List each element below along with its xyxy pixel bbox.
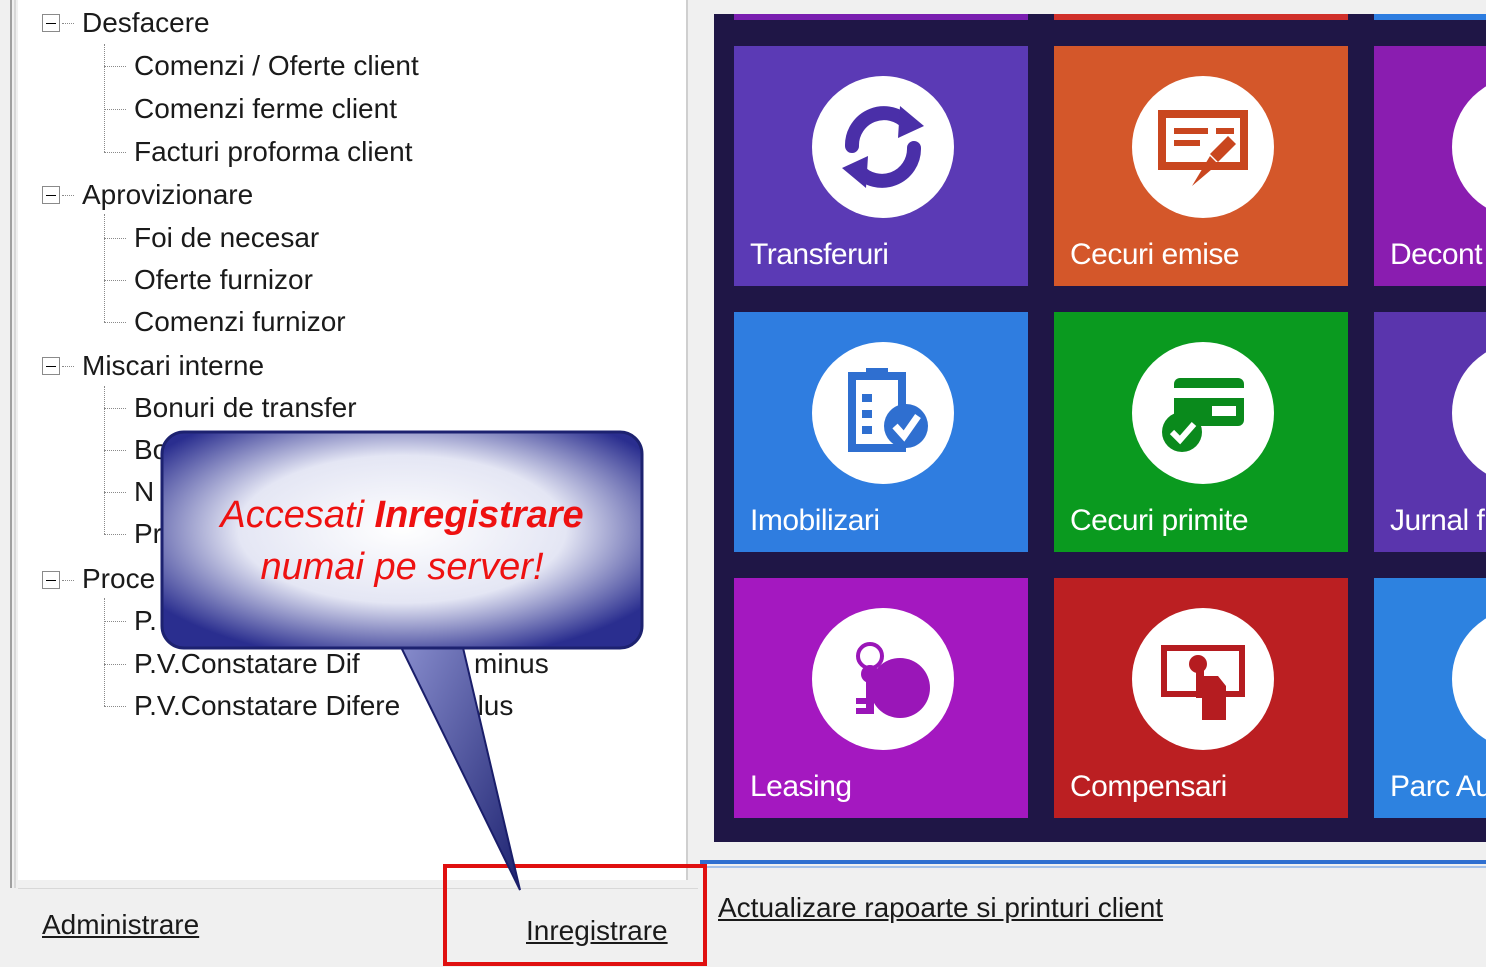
tree-node-aprovizionare[interactable]: Aprovizionare <box>82 175 253 215</box>
partial-icon <box>1452 76 1486 218</box>
tree-connector <box>104 238 126 239</box>
tile-top-strip <box>734 14 1028 20</box>
tree-connector <box>104 214 105 322</box>
frame-edge <box>14 0 16 888</box>
tree-item-pv-constatare-plus[interactable]: P.V.Constatare Difere <box>134 686 400 726</box>
hand-card-icon <box>1132 608 1274 750</box>
tile-label: Imobilizari <box>750 504 880 537</box>
tile-parc-auto[interactable]: Parc Au <box>1374 578 1486 818</box>
tree-item-partial[interactable]: Bo <box>134 430 168 470</box>
card-check-icon <box>1132 342 1274 484</box>
tree-collapse-toggle[interactable] <box>42 571 60 589</box>
tile-label: Parc Au <box>1390 770 1486 803</box>
tree-node-desfacere[interactable]: Desfacere <box>82 3 210 43</box>
tree-connector <box>104 598 105 706</box>
tree-connector <box>104 44 105 152</box>
tree-connector <box>104 534 126 535</box>
tree-item-partial[interactable]: Pr <box>134 514 162 554</box>
tile-cecuri-emise[interactable]: Cecuri emise <box>1054 46 1348 286</box>
tree-item-oferte-furnizor[interactable]: Oferte furnizor <box>134 260 313 300</box>
tree-connector <box>104 492 126 493</box>
tree-connector <box>104 450 126 451</box>
tile-dashboard: Transferuri Cecuri emise Decont Imobiliz… <box>714 14 1486 842</box>
partial-icon <box>1452 608 1486 750</box>
tree-item-partial[interactable]: P. <box>134 601 157 641</box>
tile-label: Cecuri primite <box>1070 504 1249 537</box>
tree-item-suffix: plus <box>462 690 514 721</box>
tree-connector <box>104 408 126 409</box>
tile-label: Decont <box>1390 238 1483 271</box>
keys-icon <box>812 608 954 750</box>
tree-connector <box>104 664 126 665</box>
tree-connector <box>104 66 126 67</box>
clipboard-check-icon <box>812 342 954 484</box>
tree-item-suffix: minus <box>474 648 549 679</box>
tree-connector <box>62 366 74 367</box>
tile-leasing[interactable]: Leasing <box>734 578 1028 818</box>
right-frame: Transferuri Cecuri emise Decont Imobiliz… <box>700 0 1486 966</box>
tile-imobilizari[interactable]: Imobilizari <box>734 312 1028 552</box>
tree-item-comenzi-oferte-client[interactable]: Comenzi / Oferte client <box>134 46 419 86</box>
check-write-icon <box>1132 76 1274 218</box>
tree-item-bonuri-de-transfer[interactable]: Bonuri de transfer <box>134 388 357 428</box>
tree-collapse-toggle[interactable] <box>42 357 60 375</box>
tile-cecuri-primite[interactable]: Cecuri primite <box>1054 312 1348 552</box>
separator <box>700 860 1486 864</box>
tile-decont[interactable]: Decont <box>1374 46 1486 286</box>
tile-label: Cecuri emise <box>1070 238 1240 271</box>
tree-item-pv-constatare-minus[interactable]: P.V.Constatare Dif <box>134 644 360 684</box>
tree-item-foi-de-necesar[interactable]: Foi de necesar <box>134 218 319 258</box>
tile-compensari[interactable]: Compensari <box>1054 578 1348 818</box>
tree-collapse-toggle[interactable] <box>42 186 60 204</box>
tree-connector <box>62 23 74 24</box>
tree-item-comenzi-furnizor[interactable]: Comenzi furnizor <box>134 302 346 342</box>
tree-connector <box>104 621 126 622</box>
tree-connector <box>104 280 126 281</box>
tree-item-facturi-proforma-client[interactable]: Facturi proforma client <box>134 132 413 172</box>
tree-item-partial[interactable]: N <box>134 472 154 512</box>
partial-icon <box>1452 342 1486 484</box>
tile-label: Transferuri <box>750 238 889 271</box>
tree-item-comenzi-ferme-client[interactable]: Comenzi ferme client <box>134 89 397 129</box>
tile-transferuri[interactable]: Transferuri <box>734 46 1028 286</box>
refresh-icon <box>812 76 954 218</box>
frame-edge <box>10 0 12 888</box>
inregistrare-link[interactable]: Inregistrare <box>526 915 668 947</box>
separator <box>700 866 1486 868</box>
left-frame: Desfacere Comenzi / Oferte client Comenz… <box>0 0 700 967</box>
tree-connector <box>104 109 126 110</box>
tree-connector <box>104 706 126 707</box>
tree-connector <box>62 580 74 581</box>
tree-collapse-toggle[interactable] <box>42 14 60 32</box>
bottom-bar: Administrare Inregistrare <box>18 888 698 967</box>
tile-top-strip <box>1054 14 1348 20</box>
tile-jurnal[interactable]: Jurnal f <box>1374 312 1486 552</box>
tree-connector <box>104 322 126 323</box>
menu-tree[interactable]: Desfacere Comenzi / Oferte client Comenz… <box>18 0 688 880</box>
tree-connector <box>62 195 74 196</box>
tree-node-proceduri[interactable]: Proce <box>82 559 155 599</box>
tile-label: Compensari <box>1070 770 1227 803</box>
tile-label: Jurnal f <box>1390 504 1485 537</box>
actualizare-rapoarte-link[interactable]: Actualizare rapoarte si printuri client <box>718 892 1163 924</box>
tile-top-strip <box>1374 14 1486 20</box>
tree-connector <box>104 152 126 153</box>
tile-label: Leasing <box>750 770 852 803</box>
tree-node-miscari-interne[interactable]: Miscari interne <box>82 346 264 386</box>
administrare-link[interactable]: Administrare <box>42 909 199 941</box>
